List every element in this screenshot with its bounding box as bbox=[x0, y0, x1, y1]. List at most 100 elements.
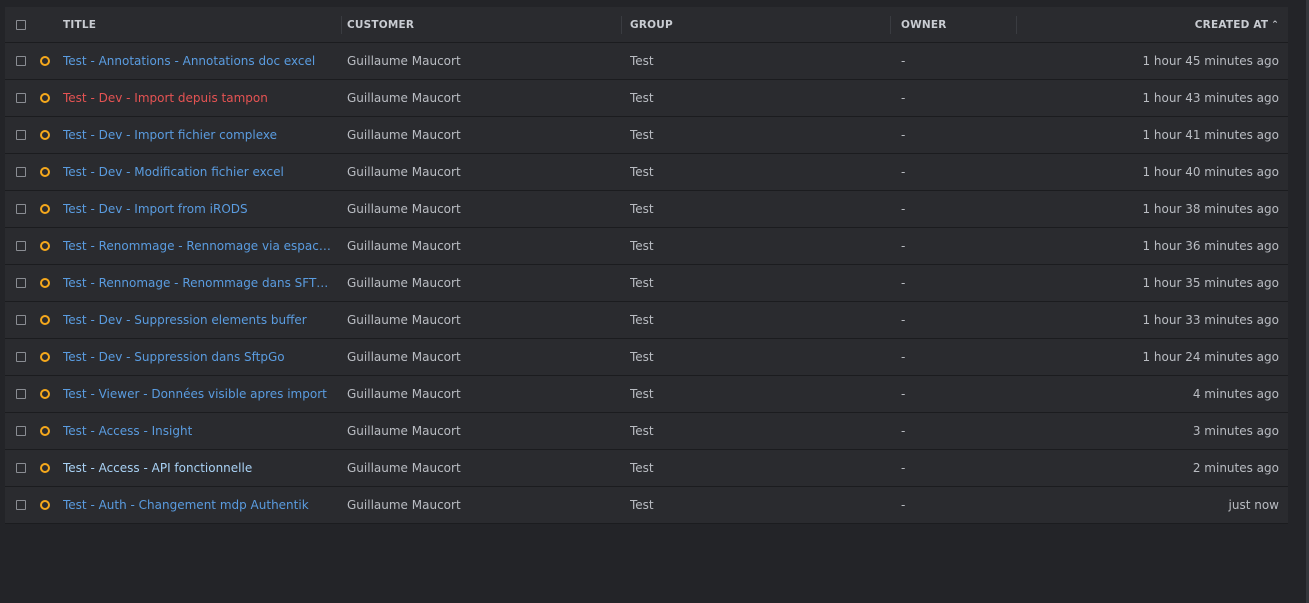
column-header-title[interactable]: TITLE bbox=[63, 7, 335, 42]
row-checkbox[interactable] bbox=[16, 241, 26, 251]
ticket-title-link[interactable]: Test - Dev - Import fichier complexe bbox=[63, 128, 277, 142]
ticket-title-cell: Test - Dev - Import fichier complexe bbox=[63, 117, 335, 153]
row-checkbox[interactable] bbox=[16, 426, 26, 436]
created-at-cell: 1 hour 33 minutes ago bbox=[1029, 302, 1279, 338]
column-divider[interactable] bbox=[341, 16, 342, 34]
row-checkbox[interactable] bbox=[16, 167, 26, 177]
customer-cell: Guillaume Maucort bbox=[347, 154, 617, 190]
customer-name: Guillaume Maucort bbox=[347, 165, 461, 179]
select-all-checkbox[interactable] bbox=[16, 19, 26, 30]
created-at-value: 2 minutes ago bbox=[1192, 461, 1279, 475]
table-row[interactable]: Test - Renommage - Rennomage via espace … bbox=[5, 228, 1288, 265]
table-row[interactable]: Test - Viewer - Données visible apres im… bbox=[5, 376, 1288, 413]
group-name: Test bbox=[630, 498, 654, 512]
column-divider[interactable] bbox=[890, 16, 891, 34]
created-at-cell: 1 hour 24 minutes ago bbox=[1029, 339, 1279, 375]
group-cell: Test bbox=[630, 487, 885, 523]
status-cell bbox=[40, 228, 54, 264]
ticket-title-cell: Test - Viewer - Données visible apres im… bbox=[63, 376, 335, 412]
row-checkbox[interactable] bbox=[16, 93, 26, 103]
table-row[interactable]: Test - Annotations - Annotations doc exc… bbox=[5, 43, 1288, 80]
column-header-created-at[interactable]: CREATED AT ⌃ bbox=[1029, 7, 1279, 42]
group-cell: Test bbox=[630, 376, 885, 412]
select-all-cell bbox=[16, 7, 28, 42]
created-at-cell: 3 minutes ago bbox=[1029, 413, 1279, 449]
status-cell bbox=[40, 302, 54, 338]
group-name: Test bbox=[630, 313, 654, 327]
table-row[interactable]: Test - Dev - Import depuis tampon Guilla… bbox=[5, 80, 1288, 117]
row-checkbox[interactable] bbox=[16, 204, 26, 214]
ticket-title-link[interactable]: Test - Dev - Modification fichier excel bbox=[63, 165, 284, 179]
ticket-title-link[interactable]: Test - Annotations - Annotations doc exc… bbox=[63, 54, 315, 68]
customer-cell: Guillaume Maucort bbox=[347, 413, 617, 449]
ticket-title-cell: Test - Dev - Import depuis tampon bbox=[63, 80, 335, 116]
table-row[interactable]: Test - Rennomage - Renommage dans SFTPGo… bbox=[5, 265, 1288, 302]
table-row[interactable]: Test - Dev - Import fichier complexe Gui… bbox=[5, 117, 1288, 154]
customer-name: Guillaume Maucort bbox=[347, 313, 461, 327]
ticket-title-link[interactable]: Test - Access - Insight bbox=[63, 424, 192, 438]
ticket-title-link[interactable]: Test - Dev - Suppression elements buffer bbox=[63, 313, 307, 327]
table-row[interactable]: Test - Dev - Modification fichier excel … bbox=[5, 154, 1288, 191]
status-open-icon bbox=[40, 130, 50, 140]
status-open-icon bbox=[40, 204, 50, 214]
owner-cell: - bbox=[901, 376, 1011, 412]
ticket-title-cell: Test - Renommage - Rennomage via espace … bbox=[63, 228, 335, 264]
ticket-title-cell: Test - Rennomage - Renommage dans SFTPGo bbox=[63, 265, 335, 301]
table-row[interactable]: Test - Dev - Suppression dans SftpGo Gui… bbox=[5, 339, 1288, 376]
row-select-cell bbox=[16, 413, 28, 449]
ticket-title-link[interactable]: Test - Renommage - Rennomage via espace … bbox=[63, 239, 335, 253]
status-cell bbox=[40, 191, 54, 227]
table-header: TITLE CUSTOMER GROUP OWNER CREATED AT ⌃ bbox=[5, 7, 1288, 43]
table-row[interactable]: Test - Auth - Changement mdp Authentik G… bbox=[5, 487, 1288, 524]
row-checkbox[interactable] bbox=[16, 278, 26, 288]
status-open-icon bbox=[40, 241, 50, 251]
owner-name: - bbox=[901, 54, 906, 68]
column-divider[interactable] bbox=[621, 16, 622, 34]
column-header-owner[interactable]: OWNER bbox=[901, 7, 1011, 42]
row-checkbox[interactable] bbox=[16, 500, 26, 510]
ticket-title-link[interactable]: Test - Auth - Changement mdp Authentik bbox=[63, 498, 309, 512]
row-checkbox[interactable] bbox=[16, 56, 26, 66]
ticket-title-link[interactable]: Test - Dev - Suppression dans SftpGo bbox=[63, 350, 285, 364]
row-checkbox[interactable] bbox=[16, 315, 26, 325]
status-cell bbox=[40, 376, 54, 412]
created-at-cell: 4 minutes ago bbox=[1029, 376, 1279, 412]
table-row[interactable]: Test - Access - API fonctionnelle Guilla… bbox=[5, 450, 1288, 487]
ticket-title-cell: Test - Access - Insight bbox=[63, 413, 335, 449]
status-cell bbox=[40, 339, 54, 375]
created-at-cell: 1 hour 45 minutes ago bbox=[1029, 43, 1279, 79]
ticket-title-link[interactable]: Test - Dev - Import from iRODS bbox=[63, 202, 248, 216]
ticket-title-link[interactable]: Test - Access - API fonctionnelle bbox=[63, 461, 252, 475]
column-header-group[interactable]: GROUP bbox=[630, 7, 885, 42]
row-checkbox[interactable] bbox=[16, 463, 26, 473]
column-divider[interactable] bbox=[1016, 16, 1017, 34]
group-name: Test bbox=[630, 276, 654, 290]
row-checkbox[interactable] bbox=[16, 130, 26, 140]
customer-name: Guillaume Maucort bbox=[347, 202, 461, 216]
group-cell: Test bbox=[630, 450, 885, 486]
ticket-title-link[interactable]: Test - Viewer - Données visible apres im… bbox=[63, 387, 327, 401]
customer-name: Guillaume Maucort bbox=[347, 387, 461, 401]
created-at-cell: 1 hour 38 minutes ago bbox=[1029, 191, 1279, 227]
created-at-cell: 1 hour 36 minutes ago bbox=[1029, 228, 1279, 264]
customer-cell: Guillaume Maucort bbox=[347, 302, 617, 338]
customer-cell: Guillaume Maucort bbox=[347, 80, 617, 116]
ticket-title-link[interactable]: Test - Rennomage - Renommage dans SFTPGo bbox=[63, 276, 335, 290]
status-open-icon bbox=[40, 352, 50, 362]
row-checkbox[interactable] bbox=[16, 389, 26, 399]
owner-cell: - bbox=[901, 228, 1011, 264]
owner-name: - bbox=[901, 202, 906, 216]
group-name: Test bbox=[630, 424, 654, 438]
ticket-title-link[interactable]: Test - Dev - Import depuis tampon bbox=[63, 91, 268, 105]
status-open-icon bbox=[40, 500, 50, 510]
table-row[interactable]: Test - Dev - Import from iRODS Guillaume… bbox=[5, 191, 1288, 228]
status-cell bbox=[40, 450, 54, 486]
row-checkbox[interactable] bbox=[16, 352, 26, 362]
row-select-cell bbox=[16, 450, 28, 486]
table-row[interactable]: Test - Dev - Suppression elements buffer… bbox=[5, 302, 1288, 339]
owner-name: - bbox=[901, 276, 906, 290]
owner-name: - bbox=[901, 461, 906, 475]
column-header-customer[interactable]: CUSTOMER bbox=[347, 7, 617, 42]
table-row[interactable]: Test - Access - Insight Guillaume Maucor… bbox=[5, 413, 1288, 450]
status-open-icon bbox=[40, 389, 50, 399]
